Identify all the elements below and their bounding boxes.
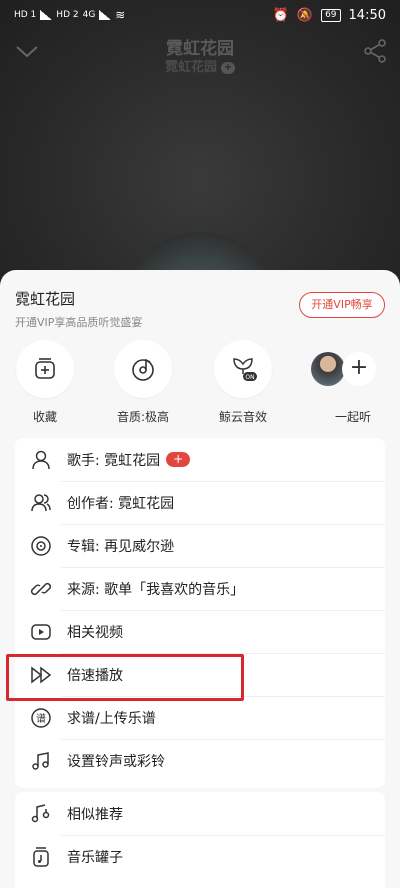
video-icon — [29, 620, 53, 644]
menu-label: 设置铃声或彩铃 — [67, 753, 165, 770]
music-jar-icon — [29, 845, 53, 869]
sound-quality-icon — [114, 340, 172, 398]
svg-text:ON: ON — [245, 374, 254, 381]
battery-icon: 69 — [321, 8, 341, 22]
similar-icon — [29, 802, 53, 826]
open-vip-button[interactable]: 开通VIP畅享 — [299, 292, 385, 318]
sound-quality-label: 音质:极高 — [116, 410, 170, 424]
singer-icon — [29, 448, 53, 472]
network-label: 4G — [82, 10, 96, 20]
menu-item-album[interactable]: 专辑: 再见威尔逊 — [15, 524, 385, 567]
listen-together-button[interactable]: + 一起听 — [308, 340, 398, 425]
sound-quality-button[interactable]: 音质:极高 — [98, 340, 188, 425]
status-bar: HD 1 HD 2 4G ≋ ⏰ 🔕 69 14:50 — [0, 0, 400, 30]
sheet-music-icon: 谱 — [29, 706, 53, 730]
player-background: HD 1 HD 2 4G ≋ ⏰ 🔕 69 14:50 霓虹花园 霓虹花园 + — [0, 0, 400, 312]
menu-label: 创作者: 霓虹花园 — [67, 495, 175, 512]
menu-label: 音乐罐子 — [67, 849, 123, 866]
menu-item-related-video[interactable]: 相关视频 — [15, 610, 385, 653]
creator-icon — [29, 491, 53, 515]
menu-label: 求谱/上传乐谱 — [67, 710, 156, 727]
more-options-sheet: 霓虹花园 开通VIP享高品质听觉盛宴 开通VIP畅享 收藏 音质:极高 ON 鲸… — [0, 270, 400, 888]
player-top-bar: 霓虹花园 霓虹花园 + — [0, 32, 400, 82]
collect-icon — [16, 340, 74, 398]
avatar — [311, 352, 345, 386]
menu-item-music-jar[interactable]: 音乐罐子 — [15, 835, 385, 878]
options-menu-2: 相似推荐 音乐罐子 — [15, 792, 385, 888]
mute-icon: 🔕 — [296, 7, 314, 23]
sim-label-2: HD 2 — [56, 10, 79, 20]
share-icon[interactable] — [362, 38, 388, 64]
source-link-icon — [29, 577, 53, 601]
signal-icon — [40, 10, 53, 20]
menu-item-creator[interactable]: 创作者: 霓虹花园 — [15, 481, 385, 524]
follow-plus-icon[interactable]: + — [221, 61, 235, 74]
follow-singer-badge[interactable]: + — [166, 452, 191, 467]
whale-cloud-effect-button[interactable]: ON 鲸云音效 — [198, 340, 288, 425]
wifi-icon: ≋ — [115, 8, 126, 22]
sim-label-1: HD 1 — [14, 10, 37, 20]
options-menu: 歌手: 霓虹花园 + 创作者: 霓虹花园 专辑: 再见威尔逊 来源: 歌单「我喜… — [15, 438, 385, 788]
listen-together-label: 一起听 — [334, 410, 371, 424]
quick-actions: 收藏 音质:极高 ON 鲸云音效 + 一起听 — [0, 340, 400, 430]
album-icon — [29, 534, 53, 558]
listen-together-icon: + — [308, 340, 398, 398]
collect-label: 收藏 — [32, 410, 57, 424]
menu-label: 歌手: 霓虹花园 — [67, 452, 161, 469]
menu-label: 来源: 歌单「我喜欢的音乐」 — [67, 581, 245, 598]
menu-item-similar[interactable]: 相似推荐 — [15, 792, 385, 835]
svg-text:谱: 谱 — [36, 712, 46, 725]
add-icon: + — [342, 352, 376, 386]
sheet-header: 霓虹花园 开通VIP享高品质听觉盛宴 开通VIP畅享 — [15, 288, 385, 329]
menu-label: 相似推荐 — [67, 806, 123, 823]
clock: 14:50 — [348, 7, 386, 23]
menu-item-sheet-music[interactable]: 谱 求谱/上传乐谱 — [15, 696, 385, 739]
player-artist[interactable]: 霓虹花园 + — [0, 56, 400, 75]
player-artist-name: 霓虹花园 — [164, 60, 217, 75]
signal-icon-2 — [99, 10, 112, 20]
menu-label: 专辑: 再见威尔逊 — [67, 538, 175, 555]
whale-cloud-effect-label: 鲸云音效 — [218, 410, 267, 424]
menu-item-singer[interactable]: 歌手: 霓虹花园 + — [15, 438, 385, 481]
collect-button[interactable]: 收藏 — [0, 340, 90, 425]
alarm-icon: ⏰ — [272, 7, 289, 23]
ringtone-icon — [29, 749, 53, 773]
menu-item-source[interactable]: 来源: 歌单「我喜欢的音乐」 — [15, 567, 385, 610]
speed-play-highlight-box — [6, 654, 244, 701]
menu-label: 相关视频 — [67, 624, 123, 641]
menu-item-ringtone[interactable]: 设置铃声或彩铃 — [15, 739, 385, 782]
whale-cloud-effect-icon: ON — [214, 340, 272, 398]
